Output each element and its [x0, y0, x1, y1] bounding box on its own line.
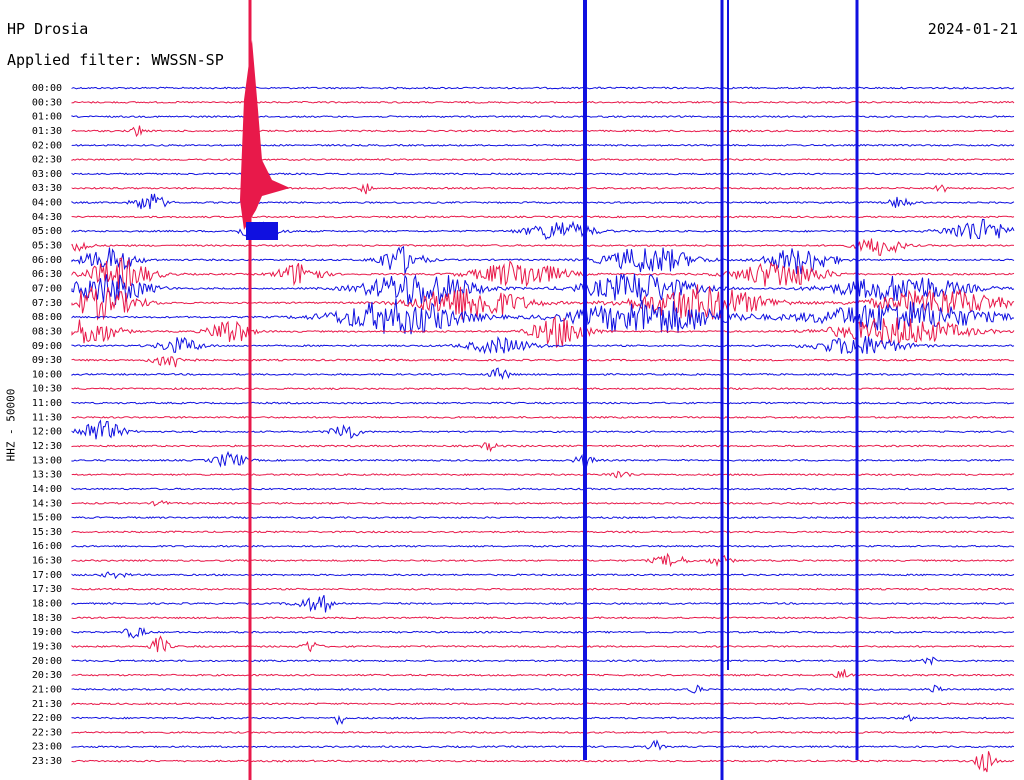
row-label: 09:00	[32, 341, 62, 352]
row-label: 04:00	[32, 198, 62, 209]
row-label: 20:30	[32, 670, 62, 681]
trace-row	[71, 215, 1015, 219]
trace-row	[71, 86, 1015, 90]
trace-row	[71, 442, 1015, 453]
trace-row	[71, 516, 1015, 520]
row-label: 02:30	[32, 155, 62, 166]
row-label: 18:30	[32, 613, 62, 624]
trace-row	[71, 367, 1015, 381]
trace-row	[71, 419, 1015, 440]
row-label: 09:30	[32, 355, 62, 366]
trace-row	[71, 702, 1014, 706]
row-label: 03:00	[32, 169, 62, 180]
seismogram-plot: 00:00 00:30 01:00 01:30 02:00 02:30 03:00 03:30…	[32, 0, 1015, 780]
trace-row	[71, 218, 1015, 241]
row-labels: 00:00 00:30 01:00 01:30 02:00 02:30 03:00 03:30…	[32, 83, 62, 767]
row-label: 17:00	[32, 570, 62, 581]
trace-row	[71, 635, 1015, 653]
row-label: 03:30	[32, 183, 62, 194]
row-label: 14:00	[32, 484, 62, 495]
row-label: 16:00	[32, 541, 62, 552]
trace-row	[71, 193, 1015, 210]
row-label: 04:30	[32, 212, 62, 223]
row-label: 00:00	[32, 83, 62, 94]
trace-row	[71, 544, 1015, 548]
row-label: 15:00	[32, 513, 62, 524]
trace-row	[71, 115, 1015, 119]
trace-row	[71, 730, 1015, 734]
trace-row	[71, 450, 1015, 468]
row-label: 21:00	[32, 684, 62, 695]
row-label: 23:30	[32, 756, 62, 767]
trace-row	[71, 684, 1015, 694]
trace-row	[71, 284, 1015, 321]
trace-row	[71, 387, 1015, 391]
row-label: 21:30	[32, 699, 62, 710]
trace-row	[71, 158, 1015, 162]
row-label: 05:00	[32, 226, 62, 237]
trace-row	[71, 100, 1015, 104]
trace-row	[71, 143, 1015, 147]
row-label: 22:00	[32, 713, 62, 724]
trace-row	[71, 530, 1015, 534]
row-label: 05:30	[32, 241, 62, 252]
row-label: 12:30	[32, 441, 62, 452]
row-label: 07:00	[32, 283, 62, 294]
trace-row	[71, 714, 1015, 726]
trace-row	[71, 627, 1015, 639]
trace-row	[71, 487, 1014, 491]
row-label: 14:30	[32, 498, 62, 509]
trace-row	[71, 298, 1015, 335]
trace-row	[71, 401, 1015, 405]
trace-row	[71, 739, 1015, 751]
row-label: 08:00	[32, 312, 62, 323]
row-label: 13:30	[32, 470, 62, 481]
trace-row	[71, 669, 1015, 679]
trace-row	[71, 172, 1015, 176]
trace-row	[71, 552, 1015, 568]
trace-row	[71, 470, 1014, 479]
row-label: 16:30	[32, 556, 62, 567]
row-label: 19:30	[32, 641, 62, 652]
row-label: 02:00	[32, 140, 62, 151]
trace-row	[71, 499, 1015, 507]
row-label: 15:30	[32, 527, 62, 538]
trace-row	[71, 571, 1015, 580]
trace-row	[71, 335, 1015, 355]
row-label: 08:30	[32, 326, 62, 337]
row-label: 12:00	[32, 427, 62, 438]
row-label: 19:00	[32, 627, 62, 638]
row-label: 22:30	[32, 727, 62, 738]
trace-row	[71, 656, 1015, 666]
row-label: 01:00	[32, 112, 62, 123]
row-label: 11:30	[32, 412, 62, 423]
trace-row	[71, 587, 1015, 591]
row-label: 11:00	[32, 398, 62, 409]
event-blob	[246, 222, 278, 240]
trace-row	[71, 595, 1015, 613]
row-label: 20:00	[32, 656, 62, 667]
row-label: 10:00	[32, 369, 62, 380]
event-blob	[240, 40, 290, 230]
trace-row	[71, 356, 1015, 368]
trace-row	[71, 183, 1014, 195]
trace-row	[71, 751, 1015, 773]
row-label: 17:30	[32, 584, 62, 595]
row-label: 23:00	[32, 742, 62, 753]
trace-row	[71, 125, 1015, 138]
row-label: 01:30	[32, 126, 62, 137]
trace-row	[71, 315, 1015, 348]
row-label: 07:30	[32, 298, 62, 309]
seismic-traces	[71, 86, 1015, 773]
trace-row	[71, 616, 1015, 620]
row-label: 00:30	[32, 97, 62, 108]
trace-row	[71, 238, 1015, 256]
row-label: 13:00	[32, 455, 62, 466]
row-label: 10:30	[32, 384, 62, 395]
row-label: 06:00	[32, 255, 62, 266]
trace-row	[71, 415, 1015, 419]
row-label: 06:30	[32, 269, 62, 280]
row-label: 18:00	[32, 599, 62, 610]
